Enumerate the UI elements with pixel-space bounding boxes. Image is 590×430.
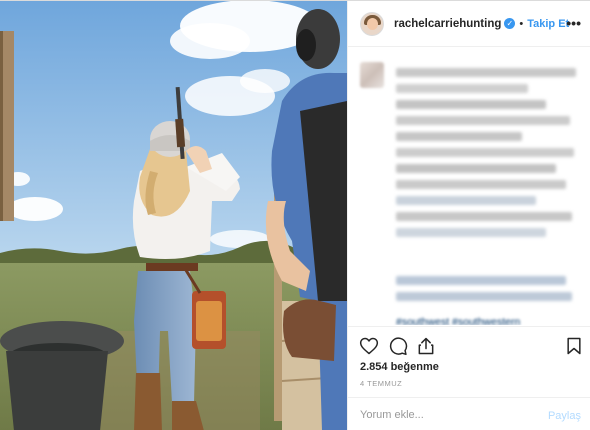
post-photo[interactable]: [0, 1, 347, 430]
caption-line: [396, 292, 572, 301]
likes-count[interactable]: 2.854 beğenme: [360, 361, 439, 373]
header-separator: •: [519, 17, 524, 30]
follow-button[interactable]: Takip Et: [527, 18, 569, 30]
action-bar: [348, 326, 590, 364]
heart-icon[interactable]: [359, 336, 379, 356]
more-options-icon[interactable]: •••: [566, 15, 581, 31]
caption-line: [396, 228, 546, 237]
avatar-face: [367, 17, 378, 30]
post-modal: rachelcarriehunting ✓ • Takip Et ••• #so…: [0, 0, 590, 430]
caption-line: [396, 212, 572, 221]
caption-line: [396, 68, 576, 77]
author-username[interactable]: rachelcarriehunting: [394, 18, 501, 30]
caption-line: [396, 196, 536, 205]
comment-input[interactable]: [360, 406, 540, 424]
post-details-panel: rachelcarriehunting ✓ • Takip Et ••• #so…: [347, 1, 590, 430]
post-comment-button[interactable]: Paylaş: [548, 410, 581, 422]
caption-line: [396, 180, 566, 189]
share-icon[interactable]: [416, 336, 436, 356]
bookmark-icon[interactable]: [564, 336, 584, 356]
author-avatar[interactable]: [360, 11, 384, 36]
post-date[interactable]: 4 TEMMUZ: [360, 379, 402, 388]
caption-line: [396, 164, 556, 173]
caption-line: [396, 148, 574, 157]
post-header: rachelcarriehunting ✓ • Takip Et •••: [348, 1, 590, 47]
comment-icon[interactable]: [388, 336, 408, 356]
caption-line: [396, 132, 522, 141]
caption-avatar: [360, 62, 384, 88]
caption-line: [396, 84, 528, 93]
verified-badge-icon: ✓: [504, 18, 516, 29]
comment-bar: Paylaş: [348, 397, 590, 430]
caption-line: [396, 116, 570, 125]
caption-area: #southwest #southwestern: [348, 48, 590, 325]
caption-line: [396, 100, 546, 109]
caption-line: [396, 276, 566, 285]
caption-hashtags[interactable]: #southwest #southwestern: [396, 316, 520, 325]
photo-scene: [0, 1, 347, 430]
